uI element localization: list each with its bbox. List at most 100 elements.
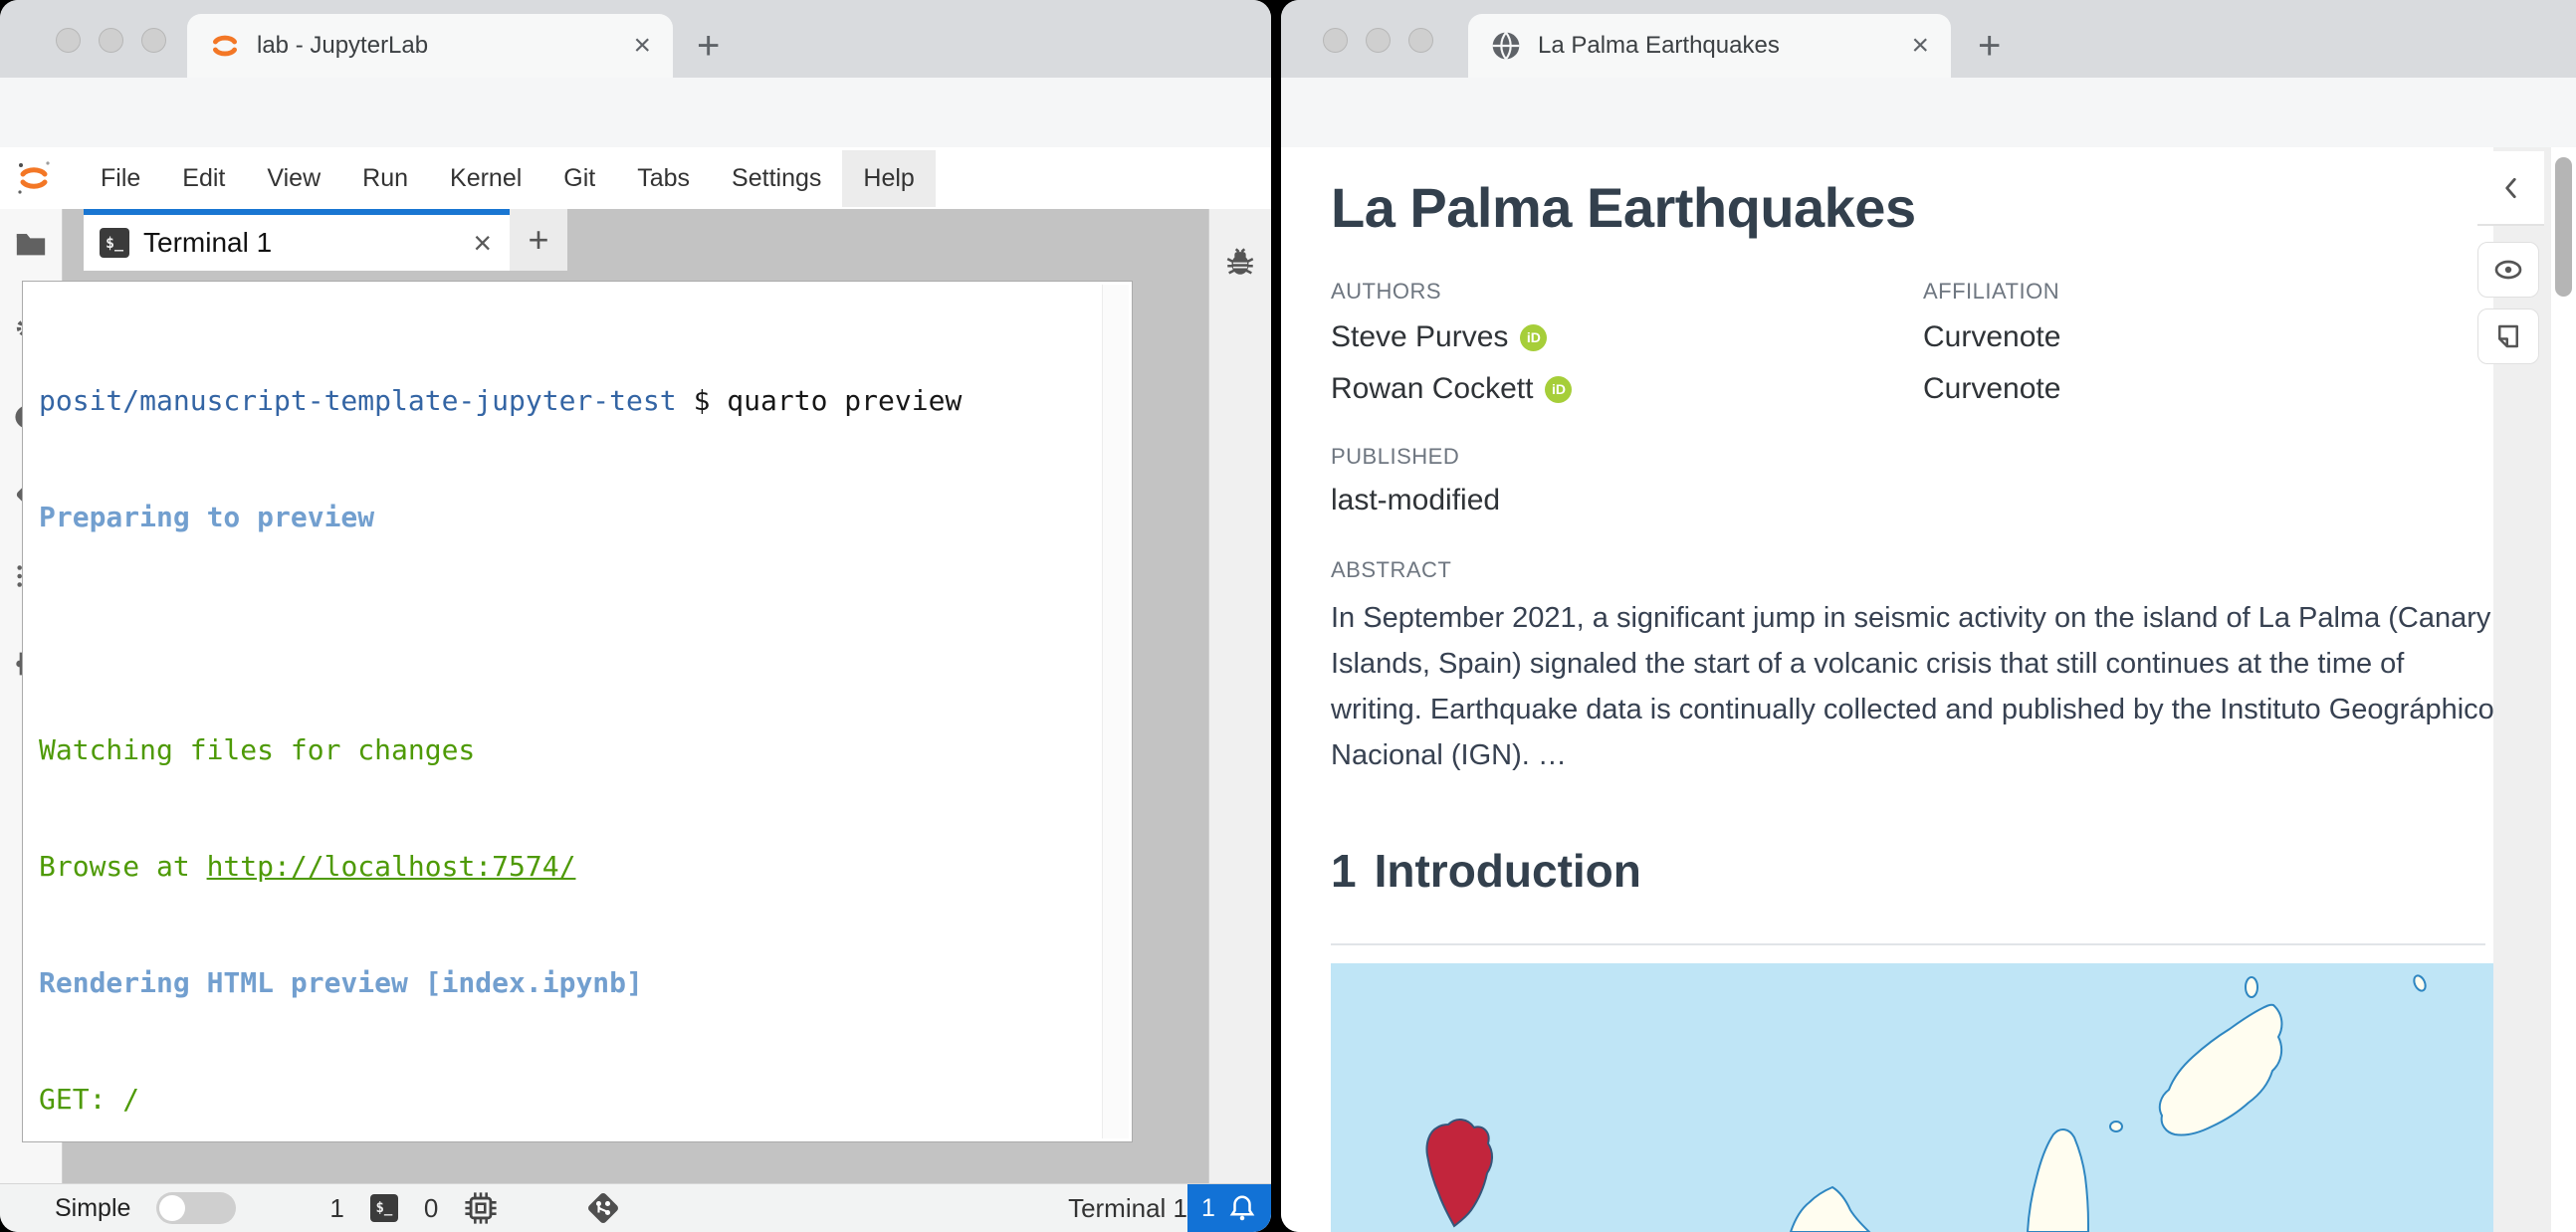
manuscript-page: La Palma Earthquakes AUTHORS Steve Purve…: [1281, 147, 2576, 1232]
terminal-tab-icon: $_: [100, 228, 129, 258]
terminal-cwd: posit/manuscript-template-jupyter-test: [39, 384, 677, 417]
affiliations-block: AFFILIATION Curvenote Curvenote: [1923, 279, 2060, 406]
author-row: Rowan Cockett iD: [1331, 372, 1573, 406]
menu-settings[interactable]: Settings: [711, 150, 842, 207]
notifications-count: 1: [1201, 1193, 1215, 1222]
page-scrollbar-track[interactable]: [2551, 147, 2576, 1232]
visibility-button[interactable]: [2477, 242, 2539, 298]
new-launcher-button[interactable]: +: [510, 209, 567, 271]
jupyter-favicon: [213, 35, 237, 57]
menu-edit[interactable]: Edit: [161, 150, 246, 207]
abstract-text: In September 2021, a significant jump in…: [1331, 602, 2494, 771]
map-islet: [2109, 1121, 2123, 1132]
orcid-icon[interactable]: iD: [1520, 323, 1548, 351]
published-value: last-modified: [1331, 484, 1501, 516]
kernels-count: 0: [423, 1192, 439, 1223]
file-browser-icon[interactable]: [14, 227, 48, 261]
terminal-tab[interactable]: $_ Terminal 1 ×: [84, 209, 510, 271]
menu-run[interactable]: Run: [341, 150, 429, 207]
browser-toolbar: ! localhost:7574 1: [1281, 78, 2576, 219]
active-context-label[interactable]: Terminal 1: [1068, 1193, 1187, 1224]
tab-title: lab - JupyterLab: [257, 32, 429, 59]
browser-tab-lapalma[interactable]: La Palma Earthquakes ×: [1468, 14, 1951, 78]
jupyterlab-statusbar: Simple 1 $_ 0 Terminal 1 1: [0, 1183, 1271, 1232]
terminal-scrollbar[interactable]: [1102, 285, 1129, 1138]
note-icon: [2498, 324, 2518, 348]
terminals-count: 1: [329, 1192, 344, 1223]
map-islet: [2245, 976, 2258, 998]
debugger-bug-icon[interactable]: [1223, 245, 1257, 279]
minimize-window-button[interactable]: [1366, 28, 1391, 53]
collapse-panel-button[interactable]: [2477, 151, 2544, 226]
section-number: 1: [1331, 845, 1357, 897]
jupyterlab-menubar: File Edit View Run Kernel Git Tabs Setti…: [0, 147, 1271, 210]
terminals-icon[interactable]: $_: [369, 1194, 398, 1222]
author-row: Steve Purves iD: [1331, 320, 1572, 354]
page-title: La Palma Earthquakes: [1331, 176, 1916, 239]
window-controls[interactable]: [1323, 28, 1433, 53]
terminal-command: $ quarto preview: [693, 384, 963, 417]
authors-block: AUTHORS Steve Purves iD Rowan Cockett iD: [1331, 279, 1573, 406]
menu-kernel[interactable]: Kernel: [429, 150, 542, 207]
terminal-line: Watching files for changes: [39, 733, 476, 766]
affiliation-value: Curvenote: [1923, 372, 2061, 405]
right-rail: [1208, 209, 1271, 1184]
new-tab-button[interactable]: +: [1978, 26, 2001, 66]
window-controls[interactable]: [56, 28, 166, 53]
tab-title: La Palma Earthquakes: [1538, 32, 1780, 59]
page-scrollbar-thumb[interactable]: [2555, 157, 2572, 297]
jupyter-logo: [18, 161, 50, 194]
orcid-icon[interactable]: iD: [1545, 375, 1573, 403]
notifications-button[interactable]: 1: [1187, 1184, 1271, 1232]
new-tab-button[interactable]: +: [697, 26, 720, 66]
minimize-window-button[interactable]: [99, 28, 123, 53]
bell-icon: [1229, 1195, 1255, 1221]
tab-close-button[interactable]: ×: [1911, 31, 1929, 61]
jupyterlab-workspace: $_ Terminal 1 × + posit/manuscript-templ…: [0, 209, 1271, 1232]
browser-tabstrip: La Palma Earthquakes × +: [1281, 0, 2576, 78]
section-heading: 1 Introduction: [1331, 844, 1641, 898]
preview-side-rail: [2477, 147, 2551, 1232]
terminal-line: GET: /: [39, 1083, 140, 1116]
git-status-icon[interactable]: [585, 1190, 621, 1226]
terminal-line: Browse at http://localhost:7574/: [39, 850, 576, 883]
terminal-tab-close-icon[interactable]: ×: [473, 227, 492, 259]
terminal-line: Rendering HTML preview [index.ipynb]: [39, 966, 643, 999]
terminal-panel[interactable]: posit/manuscript-template-jupyter-test $ …: [22, 281, 1133, 1232]
browser-tabstrip: lab - JupyterLab × +: [0, 0, 1271, 78]
preview-browser-window: La Palma Earthquakes × + ! localhost:757…: [1281, 0, 2576, 1232]
menu-file[interactable]: File: [80, 150, 161, 207]
affiliation-value: Curvenote: [1923, 320, 2061, 353]
zoom-window-button[interactable]: [141, 28, 166, 53]
eye-icon: [2494, 260, 2522, 280]
browser-tab-jupyterlab[interactable]: lab - JupyterLab ×: [187, 14, 673, 78]
published-block: PUBLISHED last-modified: [1331, 444, 1500, 517]
terminal-preview-link[interactable]: http://localhost:7574/: [207, 850, 576, 883]
close-window-button[interactable]: [1323, 28, 1348, 53]
authors-label: AUTHORS: [1331, 279, 1442, 304]
simple-mode-toggle[interactable]: [156, 1192, 237, 1224]
simple-mode-label: Simple: [55, 1193, 131, 1222]
terminal-tab-label: Terminal 1: [143, 227, 273, 258]
browser-toolbar: ! localhost:8889/lab: [0, 78, 1271, 217]
terminal-output: posit/manuscript-template-jupyter-test $ …: [39, 304, 962, 1232]
globe-favicon: [1492, 32, 1520, 60]
notes-button[interactable]: [2477, 308, 2539, 364]
terminal-line: Preparing to preview: [39, 501, 375, 533]
menu-view[interactable]: View: [246, 150, 341, 207]
menu-git[interactable]: Git: [542, 150, 616, 207]
close-window-button[interactable]: [56, 28, 81, 53]
published-label: PUBLISHED: [1331, 444, 1460, 469]
terminal-line: posit/manuscript-template-jupyter-test $ …: [39, 381, 962, 420]
affiliation-label: AFFILIATION: [1923, 279, 2060, 304]
kernel-chip-icon[interactable]: [464, 1191, 498, 1225]
jupyterlab-browser-window: lab - JupyterLab × + ! localhost:8889/la…: [0, 0, 1271, 1232]
canary-islands-map: [1331, 963, 2493, 1232]
menu-help[interactable]: Help: [842, 149, 936, 207]
chevron-left-icon: [2504, 177, 2516, 198]
menu-tabs[interactable]: Tabs: [616, 150, 711, 207]
zoom-window-button[interactable]: [1408, 28, 1433, 53]
tab-close-button[interactable]: ×: [633, 31, 651, 61]
section-title: Introduction: [1374, 845, 1641, 897]
